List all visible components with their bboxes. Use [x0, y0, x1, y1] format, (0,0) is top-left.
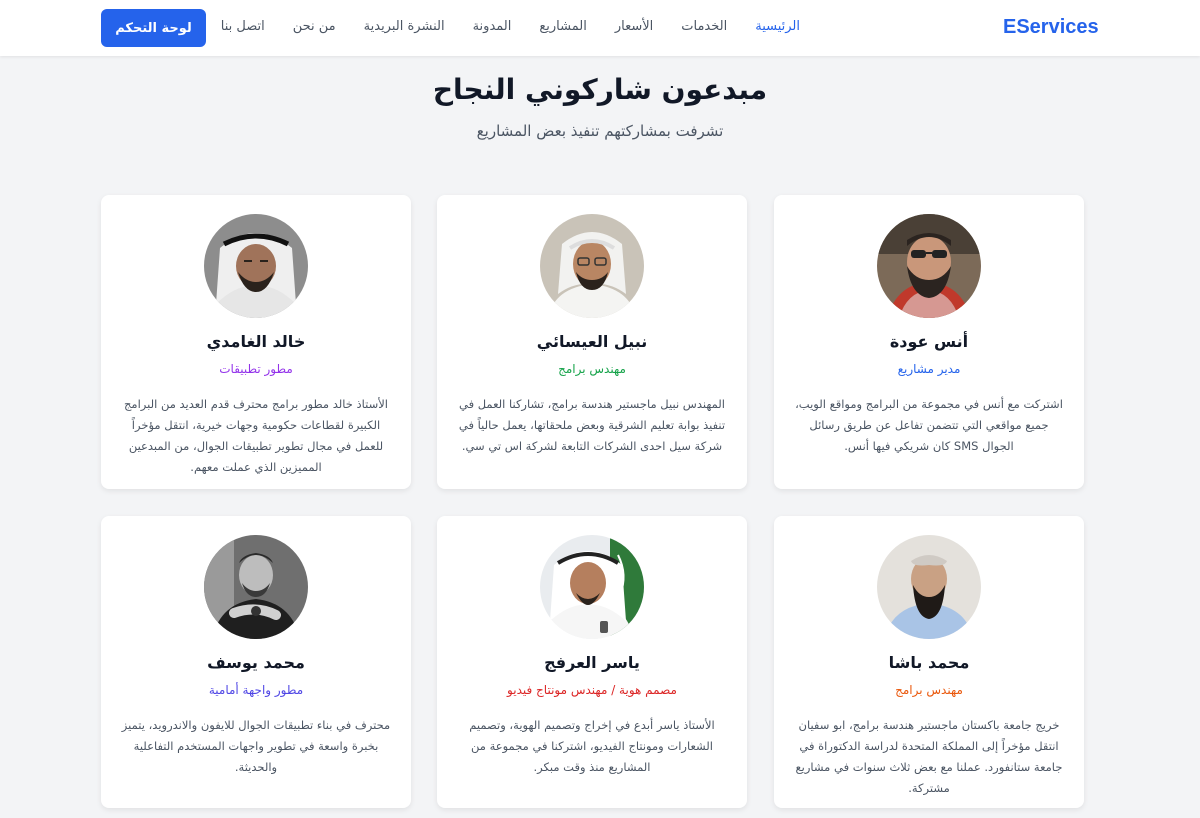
- person-card: محمد باشا مهندس برامج خريج جامعة باكستان…: [774, 516, 1084, 808]
- person-avatar: [540, 214, 644, 318]
- section-subtitle: تشرفت بمشاركتهم تنفيذ بعض المشاريع: [476, 122, 724, 140]
- person-name: خالد الغامدي: [206, 332, 306, 351]
- person-bio: الأستاذ ياسر أبدع في إخراج وتصميم الهوية…: [469, 718, 715, 774]
- nav-blog[interactable]: المدونة: [473, 19, 512, 34]
- person-avatar: [204, 214, 308, 318]
- person-bio: الأستاذ خالد مطور برامج محترف قدم العديد…: [124, 397, 388, 474]
- top-navbar: EServices الرئيسية الخدمات الأسعار المشا…: [0, 0, 1200, 56]
- person-bio: محترف في بناء تطبيقات الجوال للايفون وال…: [121, 718, 391, 774]
- person-name: محمد باشا: [888, 653, 970, 672]
- person-avatar: [540, 535, 644, 639]
- nav-pricing[interactable]: الأسعار: [615, 19, 653, 34]
- person-card: ياسر العرفج مصمم هوية / مهندس مونتاج فيد…: [437, 516, 747, 808]
- person-name: نبيل العيسائي: [536, 332, 648, 351]
- person-card: أنس عودة مدير مشاريع اشتركت مع أنس في مج…: [774, 195, 1084, 489]
- person-role: مطور واجهة أمامية: [208, 683, 304, 697]
- person-role: مدير مشاريع: [897, 362, 961, 376]
- brand-logo[interactable]: EServices: [1003, 16, 1099, 39]
- person-role: مهندس برامج: [558, 362, 626, 376]
- person-avatar: [204, 535, 308, 639]
- person-avatar: [877, 535, 981, 639]
- main-nav: الرئيسية الخدمات الأسعار المشاريع المدون…: [193, 19, 800, 34]
- person-name: ياسر العرفج: [544, 653, 640, 672]
- person-role: مطور تطبيقات: [219, 362, 293, 376]
- nav-about[interactable]: من نحن: [293, 19, 336, 34]
- person-card: خالد الغامدي مطور تطبيقات الأستاذ خالد م…: [101, 195, 411, 489]
- dashboard-button[interactable]: لوحة التحكم: [101, 9, 206, 47]
- nav-projects[interactable]: المشاريع: [539, 19, 586, 34]
- person-avatar: [877, 214, 981, 318]
- nav-contact[interactable]: اتصل بنا: [221, 19, 265, 34]
- person-card: نبيل العيسائي مهندس برامج المهندس نبيل م…: [437, 195, 747, 489]
- person-bio: المهندس نبيل ماجستير هندسة برامج، تشاركن…: [458, 397, 726, 453]
- section-title: مبدعون شاركوني النجاح: [432, 73, 768, 106]
- person-role: مهندس برامج: [895, 683, 963, 697]
- person-name: أنس عودة: [889, 332, 969, 351]
- nav-services[interactable]: الخدمات: [681, 19, 727, 34]
- person-bio: خريج جامعة باكستان ماجستير هندسة برامج، …: [795, 718, 1063, 795]
- person-name: محمد يوسف: [207, 653, 305, 672]
- person-bio: اشتركت مع أنس في مجموعة من البرامج ومواق…: [795, 397, 1063, 453]
- nav-newsletter[interactable]: النشرة البريدية: [364, 19, 445, 34]
- person-role: مصمم هوية / مهندس مونتاج فيديو: [507, 683, 677, 697]
- person-card: محمد يوسف مطور واجهة أمامية محترف في بنا…: [101, 516, 411, 808]
- nav-home[interactable]: الرئيسية: [755, 19, 800, 34]
